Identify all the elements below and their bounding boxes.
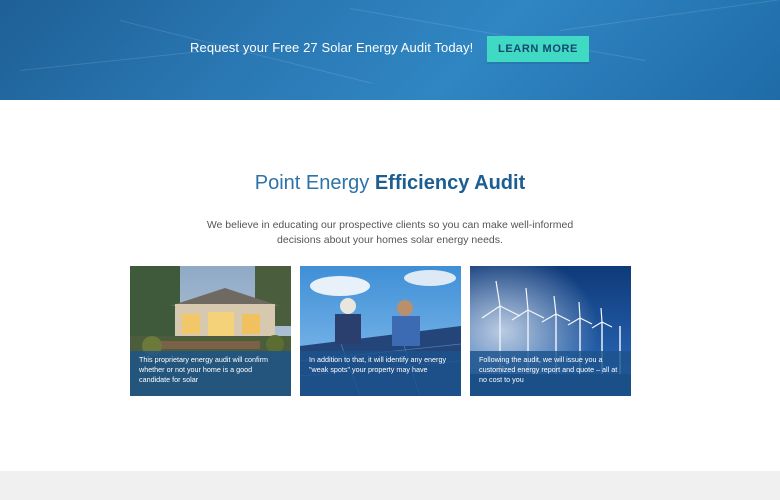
banner-decoration <box>559 0 780 31</box>
card-caption: In addition to that, it will identify an… <box>300 351 461 396</box>
audit-card-report[interactable]: Following the audit, we will issue you a… <box>470 266 631 396</box>
heading-strong: Efficiency Audit <box>374 172 526 194</box>
footer-band <box>0 471 780 500</box>
audit-card-weak-spots[interactable]: In addition to that, it will identify an… <box>300 266 461 396</box>
banner-text: Request your Free 27 Solar Energy Audit … <box>190 40 474 55</box>
promo-banner: Request your Free 27 Solar Energy Audit … <box>0 0 780 100</box>
heading-light: Point Energy <box>254 172 370 194</box>
card-caption: This proprietary energy audit will confi… <box>130 351 291 396</box>
card-caption: Following the audit, we will issue you a… <box>470 351 631 396</box>
intro-text: We believe in educating our prospective … <box>206 219 574 246</box>
audit-card-home[interactable]: This proprietary energy audit will confi… <box>130 266 291 396</box>
learn-more-button[interactable]: LEARN MORE <box>487 36 589 62</box>
section-heading: Point Energy Efficiency Audit <box>0 172 780 195</box>
